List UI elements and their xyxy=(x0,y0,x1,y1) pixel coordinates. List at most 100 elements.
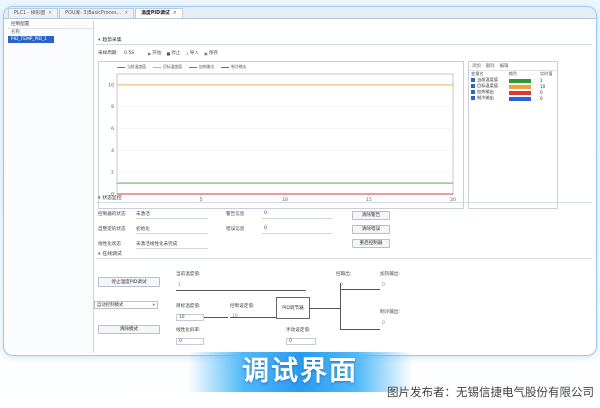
pid-controller-label: PID调节器 xyxy=(282,306,304,311)
y-tick-label: 8 xyxy=(111,104,114,110)
plot-area xyxy=(116,73,454,195)
legend-label: 加热输出 xyxy=(198,64,215,69)
trend-section-title: 趋势采集 xyxy=(102,38,122,43)
trend-chart: 当前温度值 目标温度值 加热输出 制冷输出 10 8 6 4 2 0 5 10 15 20 xyxy=(98,61,464,209)
error-info-label: 错误信息 xyxy=(226,227,245,232)
warning-info-value: 0 xyxy=(264,211,267,216)
linearization-state-value: 未激活线性化未完成 xyxy=(136,242,178,247)
pid-controller-block: PID调节器 xyxy=(276,297,310,319)
legend-item: 加热输出 xyxy=(188,64,215,70)
collapse-icon[interactable]: ▾ xyxy=(98,38,100,43)
color-swatch[interactable] xyxy=(508,84,531,89)
legend-swatch xyxy=(117,66,125,68)
target-temp-input[interactable]: 10 xyxy=(176,314,204,321)
close-icon[interactable]: × xyxy=(48,11,52,16)
warning-info-label: 警告信息 xyxy=(226,212,245,217)
import-icon: ↧ xyxy=(185,50,189,56)
tab-pou-library[interactable]: POU库: 3(BasicProces... × xyxy=(59,8,135,18)
variable-toolbar: 添加 删除 编辑 xyxy=(469,62,557,71)
color-swatch[interactable] xyxy=(508,96,531,101)
legend-item: 制冷输出 xyxy=(221,64,246,70)
close-icon[interactable]: × xyxy=(173,11,177,16)
clear-warning-button[interactable]: 清除警告 xyxy=(352,211,390,220)
checkbox[interactable] xyxy=(471,96,475,100)
app-window: PLC1 - 梯形图 × POU库: 3(BasicProces... × 温度PI… xyxy=(3,6,597,356)
chart-legend: 当前温度值 目标温度值 加热输出 制冷输出 xyxy=(117,64,253,70)
signal-wire xyxy=(340,289,380,290)
edit-variable-button[interactable]: 编辑 xyxy=(500,62,509,70)
restart-controller-button[interactable]: 重启控制器 xyxy=(352,239,390,248)
import-button-label: 导入 xyxy=(189,51,199,56)
variable-table: 变量名 颜色 实时值 当前温度值 1 目标温度值 10 加热输出 0 制冷输出 … xyxy=(469,71,557,101)
legend-swatch xyxy=(221,66,230,68)
linear-slope-input[interactable]: 0 xyxy=(176,338,204,345)
sample-period-value[interactable]: 0.5S xyxy=(124,51,134,56)
tab-bar: PLC1 - 梯形图 × POU库: 3(BasicProces... × 温度PI… xyxy=(4,7,596,19)
field-underline xyxy=(136,218,208,219)
trend-section-header[interactable]: ▾ 趋势采集 xyxy=(96,37,592,45)
save-button[interactable]: ▣ 保存 xyxy=(204,50,218,57)
legend-label: 目标温度值 xyxy=(162,64,182,69)
heat-output-value: 0 xyxy=(382,283,385,288)
control-setpoint-label: 控制设定值: xyxy=(230,304,255,309)
sample-period-label: 采样周期: xyxy=(98,51,118,56)
chevron-down-icon: ▾ xyxy=(152,303,155,308)
tab-ladder[interactable]: PLC1 - 梯形图 × xyxy=(8,8,59,18)
tab-temp-pid[interactable]: 温度PID调试 × xyxy=(135,8,183,18)
signal-wire xyxy=(310,308,340,309)
target-temp-label: 目标温度值: xyxy=(176,304,201,309)
checkbox[interactable] xyxy=(471,84,475,88)
start-button-label: 开始 xyxy=(152,51,162,56)
save-button-label: 保存 xyxy=(208,51,218,56)
current-temp-label: 当前温度值: xyxy=(176,272,201,277)
autotune-state-value: 初始化 xyxy=(136,227,150,232)
legend-item: 目标温度值 xyxy=(152,64,182,70)
controller-state-value: 未激活 xyxy=(136,212,150,217)
checkbox[interactable] xyxy=(471,90,475,94)
tab-label: POU库: 3(BasicProces... xyxy=(65,11,122,16)
publisher-caption: 图片发布者：无锡信捷电气股份有限公司 xyxy=(387,385,594,399)
color-cell xyxy=(507,95,538,101)
save-icon: ▣ xyxy=(204,50,208,56)
signal-wire xyxy=(340,329,380,330)
start-button[interactable]: ▶ 开始 xyxy=(148,50,162,57)
legend-swatch xyxy=(188,66,197,68)
online-section-header[interactable]: ▾ 在线调试 xyxy=(96,251,592,259)
manual-setpoint-label: 手动设定值: xyxy=(286,328,311,333)
control-mode-select[interactable]: 自动控制模式 ▾ xyxy=(94,301,158,309)
online-section-title: 在线调试 xyxy=(102,252,122,257)
color-swatch[interactable] xyxy=(508,78,531,83)
variable-name-cell: 制冷输出 xyxy=(469,95,507,101)
checkbox[interactable] xyxy=(471,78,475,82)
field-underline xyxy=(262,233,332,234)
clear-error-button[interactable]: 清除错误 xyxy=(352,225,390,234)
field-underline xyxy=(136,248,208,249)
collapse-icon[interactable]: ▾ xyxy=(98,196,100,201)
current-temp-value: 1 xyxy=(178,283,181,288)
close-icon[interactable]: × xyxy=(124,11,128,16)
control-mode-value: 自动控制模式 xyxy=(97,303,124,308)
collapse-icon[interactable]: ▾ xyxy=(98,252,100,257)
status-section-header[interactable]: ▾ 状态监控 xyxy=(96,195,592,203)
y-tick-label: 6 xyxy=(111,126,114,132)
stop-button[interactable]: ■ 停止 xyxy=(166,50,180,57)
legend-item: 当前温度值 xyxy=(117,64,146,70)
stop-pid-debug-button[interactable]: 停止温度PID调试 xyxy=(98,277,160,287)
variable-value: 0 xyxy=(539,95,543,101)
tab-label: 温度PID调试 xyxy=(141,11,170,16)
stop-icon: ■ xyxy=(166,50,171,56)
color-swatch[interactable] xyxy=(508,90,531,95)
cool-output-label: 制冷输出: xyxy=(380,310,400,315)
chart-plot: 10864205 10 15 20 xyxy=(108,73,456,203)
import-button[interactable]: ↧ 导入 xyxy=(185,50,199,57)
table-row[interactable]: 制冷输出 0 xyxy=(469,95,557,101)
clear-mode-button[interactable]: 清除模式 xyxy=(98,325,160,334)
add-variable-button[interactable]: 添加 xyxy=(472,62,481,70)
cool-output-value: 0 xyxy=(382,321,385,326)
legend-swatch xyxy=(152,66,161,68)
delete-variable-button[interactable]: 删除 xyxy=(486,62,495,70)
linearization-state-label: 线性化状态 xyxy=(98,242,121,247)
manual-setpoint-input[interactable]: 0 xyxy=(286,338,316,345)
config-item[interactable]: PID_TEMP_PID_1 xyxy=(8,36,54,43)
signal-wire xyxy=(204,317,228,318)
